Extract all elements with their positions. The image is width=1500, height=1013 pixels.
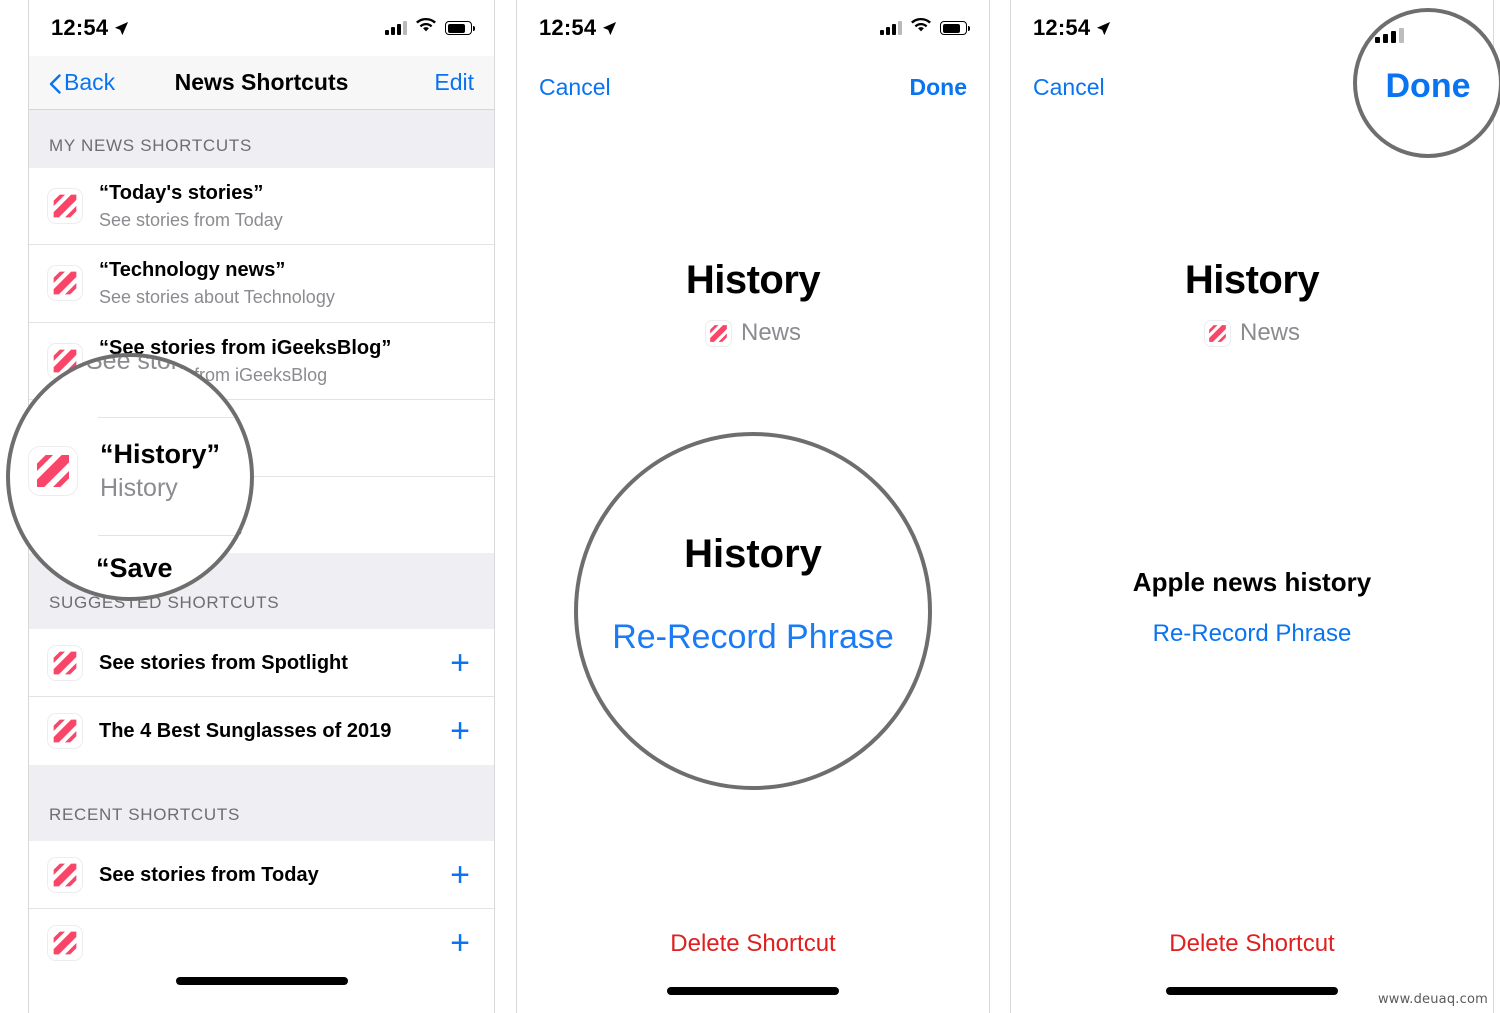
list-item-body: See stories from Spotlight <box>99 650 430 676</box>
list-item[interactable]: “Technology news” See stories about Tech… <box>29 245 494 323</box>
callout-re-record-phrase: Re-Record Phrase <box>612 618 894 656</box>
screenshot-stage: 12:54 Back News Shortcuts Edit MY NEWS S… <box>0 0 1500 1013</box>
status-bar-2: 12:54 <box>517 0 989 56</box>
list-item-body: “Today's stories” See stories from Today <box>99 180 474 232</box>
watermark: www.deuaq.com <box>1377 992 1488 1007</box>
modal-bar-2: Cancel Done <box>517 56 989 118</box>
news-app-icon <box>47 713 83 750</box>
callout-title: “History” <box>100 439 221 469</box>
cancel-button[interactable]: Cancel <box>539 74 611 101</box>
add-shortcut-button[interactable]: + <box>446 858 474 892</box>
callout-phrase-title: History <box>684 532 822 576</box>
callout-divider <box>98 535 250 536</box>
list-item-title: “Technology news” <box>99 259 286 282</box>
callout-done-label: Done <box>1385 67 1471 105</box>
status-right <box>880 17 970 38</box>
battery-icon <box>940 21 970 35</box>
edit-button[interactable]: Edit <box>434 69 474 96</box>
chevron-left-icon <box>49 73 61 94</box>
shortcut-app-name: News <box>1239 319 1300 346</box>
magnifier-callout-history-row: See stories “History” History “Save <box>6 353 254 601</box>
location-arrow-icon <box>1096 21 1111 36</box>
list-item[interactable]: The 4 Best Sunglasses of 2019 + <box>29 697 494 766</box>
list-item-body: “Technology news” See stories about Tech… <box>99 257 474 309</box>
list-item-title: The 4 Best Sunglasses of 2019 <box>99 720 392 743</box>
status-left: 12:54 <box>539 15 617 41</box>
shortcut-title: History <box>1184 258 1320 302</box>
status-bar-1: 12:54 <box>29 0 494 56</box>
status-time: 12:54 <box>539 15 597 40</box>
re-record-phrase-button[interactable]: Re-Record Phrase <box>1011 620 1493 648</box>
section-header-my-news-shortcuts: MY NEWS SHORTCUTS <box>29 110 494 168</box>
home-indicator <box>175 977 348 985</box>
shortcut-app: News <box>517 319 989 347</box>
battery-icon <box>445 21 475 35</box>
list-suggested-shortcuts: See stories from Spotlight + The 4 Best … <box>29 629 494 766</box>
news-app-icon <box>47 188 83 225</box>
callout-divider <box>98 417 250 418</box>
location-arrow-icon <box>602 21 617 36</box>
status-left: 12:54 <box>1033 15 1111 41</box>
list-item[interactable]: “Today's stories” See stories from Today <box>29 168 494 246</box>
callout-subtitle: History <box>100 474 178 502</box>
callout-row-above: See stories <box>14 353 212 376</box>
list-item-title: “Today's stories” <box>99 182 264 204</box>
shortcut-title: History <box>685 258 821 302</box>
add-shortcut-button[interactable]: + <box>446 714 474 748</box>
cellular-bars-icon <box>880 21 902 35</box>
list-recent-shortcuts: See stories from Today + + <box>29 841 494 978</box>
shortcut-app-name: News <box>740 319 801 346</box>
callout-row-below: “Save <box>96 553 173 584</box>
callout-history-row: “History” History <box>28 439 220 503</box>
news-app-icon <box>47 856 83 893</box>
news-app-icon <box>47 925 83 962</box>
done-button[interactable]: Done <box>910 74 968 101</box>
list-item-subtitle: See stories about Technology <box>99 287 335 308</box>
list-item-partial[interactable]: + <box>29 909 494 978</box>
status-left: 12:54 <box>51 15 129 41</box>
shortcut-app: News <box>1011 319 1493 347</box>
recorded-phrase: Apple news history <box>1132 567 1372 597</box>
add-shortcut-button[interactable]: + <box>446 926 474 960</box>
list-item-body: See stories from Today <box>99 862 430 888</box>
status-time: 12:54 <box>51 15 109 40</box>
cellular-bars-icon <box>1375 28 1404 43</box>
wifi-icon <box>416 17 436 38</box>
status-time: 12:54 <box>1033 15 1091 40</box>
callout-above-subtitle: See stories <box>86 353 212 375</box>
back-button[interactable]: Back <box>49 69 115 96</box>
list-item[interactable]: See stories from Today + <box>29 841 494 910</box>
add-shortcut-button[interactable]: + <box>446 646 474 680</box>
news-app-icon <box>28 446 78 496</box>
status-right <box>385 17 475 38</box>
back-button-label: Back <box>64 69 116 95</box>
delete-shortcut-button[interactable]: Delete Shortcut <box>517 930 989 958</box>
home-indicator <box>667 987 839 995</box>
callout-below-title: “Save <box>96 553 173 583</box>
magnifier-callout-done-button: Done <box>1353 8 1500 158</box>
modal-body-3: History News Apple news history Re-Recor… <box>1011 258 1493 1013</box>
cancel-button[interactable]: Cancel <box>1033 74 1105 101</box>
location-arrow-icon <box>114 21 129 36</box>
list-item[interactable]: See stories from Spotlight + <box>29 629 494 698</box>
wifi-icon <box>911 17 931 38</box>
cellular-bars-icon <box>385 21 407 35</box>
list-item-subtitle: See stories from Today <box>99 210 283 230</box>
section-header-recent-shortcuts: RECENT SHORTCUTS <box>29 765 494 842</box>
list-item-body: The 4 Best Sunglasses of 2019 <box>99 718 430 744</box>
list-item-title: See stories from Spotlight <box>99 651 348 674</box>
delete-shortcut-button[interactable]: Delete Shortcut <box>1011 930 1493 958</box>
news-app-icon <box>704 319 732 347</box>
news-app-icon <box>1203 319 1231 347</box>
home-indicator <box>1166 987 1338 995</box>
list-item-title: See stories from Today <box>99 863 319 886</box>
nav-bar: Back News Shortcuts Edit <box>29 56 494 110</box>
news-app-icon <box>47 644 83 681</box>
magnifier-callout-phrase: History Re-Record Phrase <box>574 432 932 790</box>
news-app-icon <box>47 265 83 302</box>
